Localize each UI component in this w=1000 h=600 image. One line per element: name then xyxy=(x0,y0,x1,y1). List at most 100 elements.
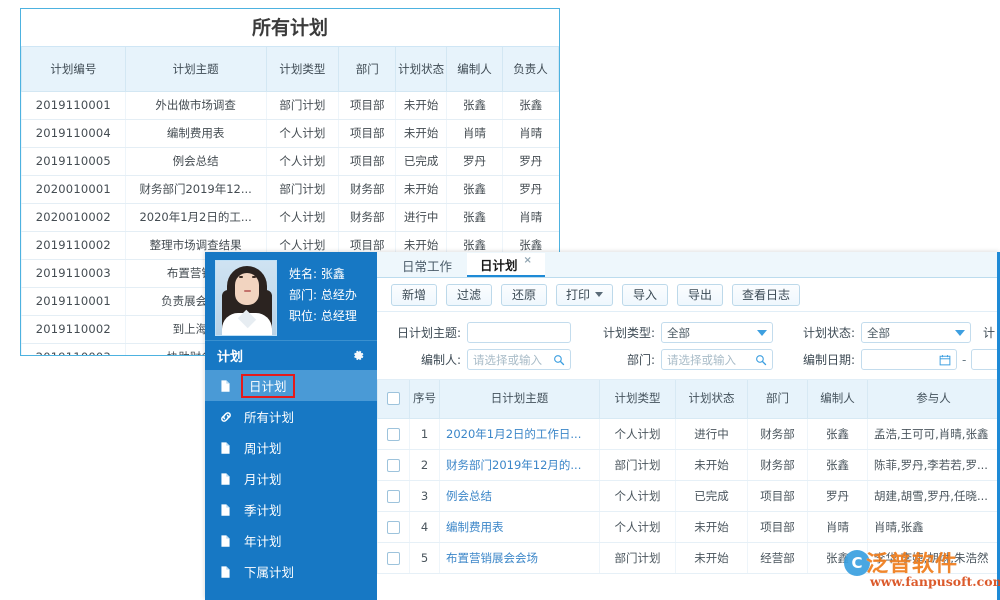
row-subject-link[interactable]: 2020年1月2日的工作日... xyxy=(440,418,600,449)
table-cell: 罗丹 xyxy=(447,147,503,175)
row-checkbox-cell[interactable] xyxy=(378,511,410,542)
row-checkbox[interactable] xyxy=(387,459,400,472)
document-icon xyxy=(219,565,232,579)
toolbar-button-6[interactable]: 导出 xyxy=(677,284,723,306)
sidebar-item-label: 月计划 xyxy=(241,468,285,489)
filter-creator-placeholder: 请选择或输入 xyxy=(473,352,549,368)
row-creator: 张鑫 xyxy=(808,542,868,573)
table-cell: 部门计划 xyxy=(266,175,339,203)
document-icon xyxy=(219,379,232,393)
toolbar-button-1[interactable]: 新增 xyxy=(391,284,437,306)
all-plans-title: 所有计划 xyxy=(21,9,559,47)
chevron-down-icon xyxy=(955,330,965,336)
gear-icon[interactable] xyxy=(352,349,365,362)
row-type: 部门计划 xyxy=(600,449,676,480)
sidebar-item-1[interactable]: 日计划 xyxy=(205,370,377,401)
filter-date-from[interactable] xyxy=(861,349,957,370)
tab-2[interactable]: 日计划× xyxy=(467,253,545,277)
table-cell: 项目部 xyxy=(339,119,396,147)
row-status: 未开始 xyxy=(676,511,748,542)
sidebar-item-4[interactable]: 月计划 xyxy=(205,463,377,494)
row-creator: 罗丹 xyxy=(808,480,868,511)
filter-status: 计划状态: 全部 xyxy=(793,322,971,343)
search-icon[interactable] xyxy=(553,354,565,366)
sidebar-item-3[interactable]: 周计划 xyxy=(205,432,377,463)
table-cell: 罗丹 xyxy=(502,147,558,175)
profile-title: 职位: 总经理 xyxy=(289,306,357,327)
table-row[interactable]: 12020年1月2日的工作日...个人计划进行中财务部张鑫孟浩,王可可,肖晴,张… xyxy=(378,418,1000,449)
select-all-checkbox[interactable] xyxy=(387,392,400,405)
table-cell: 肖晴 xyxy=(447,119,503,147)
row-status: 已完成 xyxy=(676,480,748,511)
sidebar-item-7[interactable]: 下属计划 xyxy=(205,556,377,587)
avatar xyxy=(215,260,277,336)
row-subject-link[interactable]: 编制费用表 xyxy=(440,511,600,542)
row-type: 部门计划 xyxy=(600,542,676,573)
filter-subject-input[interactable] xyxy=(467,322,571,343)
toolbar-button-2[interactable]: 过滤 xyxy=(446,284,492,306)
table-row[interactable]: 2019110005例会总结个人计划项目部已完成罗丹罗丹 xyxy=(22,147,559,175)
table-cell: 进行中 xyxy=(396,203,447,231)
table-row[interactable]: 2019110004编制费用表个人计划项目部未开始肖晴肖晴 xyxy=(22,119,559,147)
filter-type: 计划类型: 全部 xyxy=(593,322,773,343)
profile-info: 姓名: 张鑫 部门: 总经办 职位: 总经理 xyxy=(289,260,357,327)
filter-clipped-label: 计 xyxy=(983,324,995,341)
grid-select-all-header[interactable] xyxy=(378,380,410,418)
filter-date-to[interactable] xyxy=(971,349,1000,370)
row-dept: 经营部 xyxy=(748,542,808,573)
row-index: 3 xyxy=(410,480,440,511)
calendar-icon[interactable] xyxy=(939,354,951,366)
tab-1[interactable]: 日常工作 xyxy=(389,253,465,277)
table-cell: 已完成 xyxy=(396,147,447,175)
table-row[interactable]: 2财务部门2019年12月的...部门计划未开始财务部张鑫陈菲,罗丹,李若若,罗… xyxy=(378,449,1000,480)
row-creator: 张鑫 xyxy=(808,418,868,449)
search-icon[interactable] xyxy=(755,354,767,366)
row-status: 未开始 xyxy=(676,449,748,480)
profile-name: 姓名: 张鑫 xyxy=(289,264,357,285)
sidebar-item-5[interactable]: 季计划 xyxy=(205,494,377,525)
row-checkbox[interactable] xyxy=(387,428,400,441)
table-cell: 2020年1月2日的工... xyxy=(125,203,266,231)
row-subject-link[interactable]: 例会总结 xyxy=(440,480,600,511)
toolbar-button-4[interactable]: 打印 xyxy=(556,284,613,306)
row-dept: 财务部 xyxy=(748,449,808,480)
row-checkbox-cell[interactable] xyxy=(378,449,410,480)
filter-status-select[interactable]: 全部 xyxy=(861,322,971,343)
col-plan-type: 计划类型 xyxy=(266,47,339,91)
row-status: 进行中 xyxy=(676,418,748,449)
filter-dept-input[interactable]: 请选择或输入 xyxy=(661,349,773,370)
col-plan-code: 计划编号 xyxy=(22,47,126,91)
row-checkbox-cell[interactable] xyxy=(378,480,410,511)
filter-creator: 编制人: 请选择或输入 xyxy=(387,349,571,370)
close-icon[interactable]: × xyxy=(524,255,532,266)
sidebar-item-6[interactable]: 年计划 xyxy=(205,525,377,556)
table-cell: 例会总结 xyxy=(125,147,266,175)
table-row[interactable]: 2019110001外出做市场调查部门计划项目部未开始张鑫张鑫 xyxy=(22,91,559,119)
toolbar-button-5[interactable]: 导入 xyxy=(622,284,668,306)
row-checkbox-cell[interactable] xyxy=(378,542,410,573)
row-checkbox[interactable] xyxy=(387,552,400,565)
table-row[interactable]: 2020010001财务部门2019年12...部门计划财务部未开始张鑫罗丹 xyxy=(22,175,559,203)
row-checkbox-cell[interactable] xyxy=(378,418,410,449)
filter-status-value: 全部 xyxy=(867,325,949,341)
toolbar-button-3[interactable]: 还原 xyxy=(501,284,547,306)
table-row[interactable]: 5布置营销展会会场部门计划未开始经营部张鑫李华,李婕,胡琳,朱浩然 xyxy=(378,542,1000,573)
table-cell: 项目部 xyxy=(339,91,396,119)
table-row[interactable]: 20200100022020年1月2日的工...个人计划财务部进行中张鑫肖晴 xyxy=(22,203,559,231)
row-subject-link[interactable]: 布置营销展会会场 xyxy=(440,542,600,573)
toolbar-button-label: 过滤 xyxy=(457,286,481,303)
row-index: 4 xyxy=(410,511,440,542)
row-subject-link[interactable]: 财务部门2019年12月的... xyxy=(440,449,600,480)
screen-root: 所有计划 计划编号 计划主题 计划类型 部门 计划状态 编制人 负责人 2019… xyxy=(0,0,1000,600)
table-row[interactable]: 3例会总结个人计划已完成项目部罗丹胡建,胡雪,罗丹,任晓... xyxy=(378,480,1000,511)
table-row[interactable]: 4编制费用表个人计划未开始项目部肖晴肖晴,张鑫 xyxy=(378,511,1000,542)
filter-type-select[interactable]: 全部 xyxy=(661,322,773,343)
filter-creator-input[interactable]: 请选择或输入 xyxy=(467,349,571,370)
toolbar-button-7[interactable]: 查看日志 xyxy=(732,284,800,306)
sidebar-item-2[interactable]: 所有计划 xyxy=(205,401,377,432)
table-cell: 2019110003 xyxy=(22,259,126,287)
row-checkbox[interactable] xyxy=(387,490,400,503)
row-checkbox[interactable] xyxy=(387,521,400,534)
toolbar-button-label: 新增 xyxy=(402,286,426,303)
row-type: 个人计划 xyxy=(600,511,676,542)
